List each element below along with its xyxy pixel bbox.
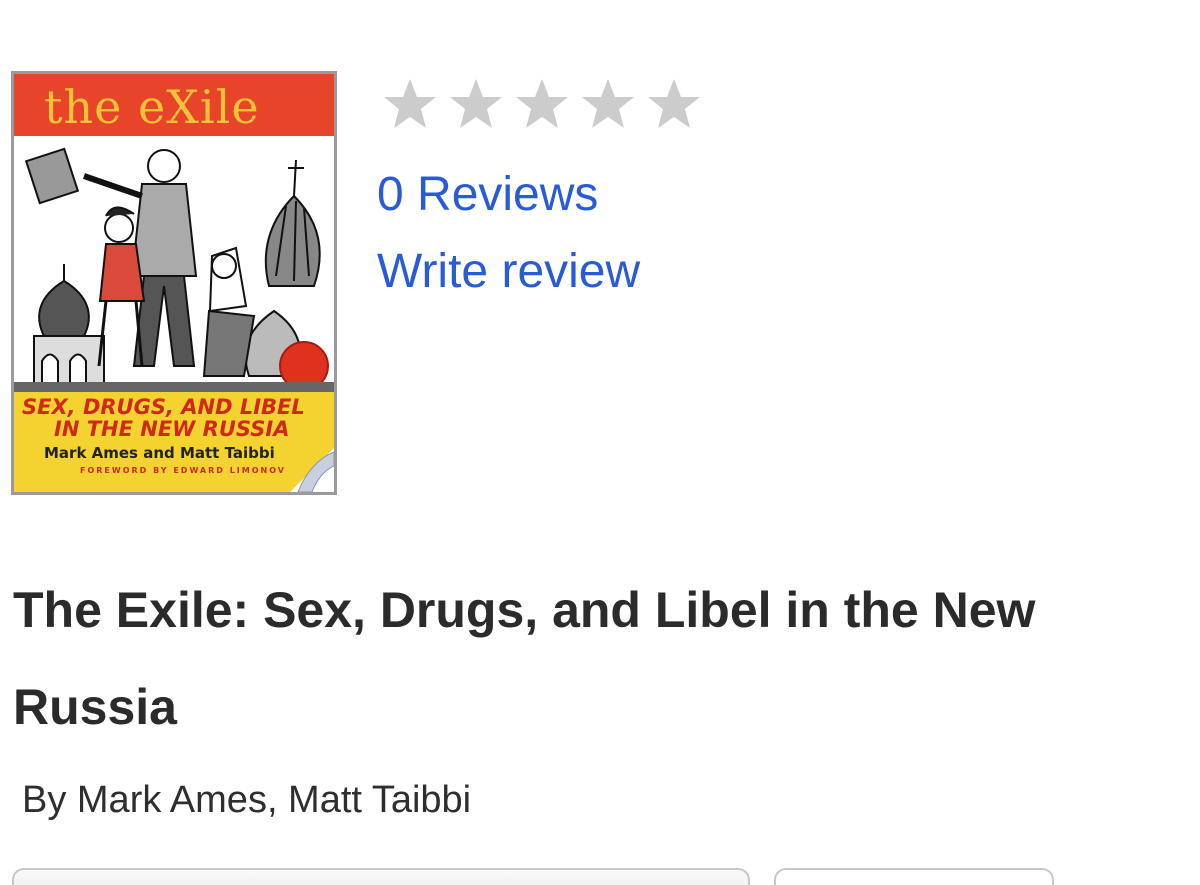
star-rating[interactable] [378, 73, 706, 137]
write-review-link[interactable]: Write review [377, 248, 640, 296]
star-icon[interactable] [444, 73, 508, 137]
cover-subtitle-line-2: IN THE NEW RUSSIA [54, 417, 290, 441]
reviews-link[interactable]: 0 Reviews [377, 171, 598, 219]
primary-action-button[interactable] [12, 868, 750, 885]
book-byline: By Mark Ames, Matt Taibbi [22, 779, 472, 821]
star-icon[interactable] [510, 73, 574, 137]
page-curl-icon [290, 448, 334, 492]
book-cover-image[interactable]: the eXile SEX, DRUGS, AND LIBEL IN THE N… [11, 71, 337, 495]
cover-foreword: FOREWORD BY EDWARD LIMONOV [80, 466, 286, 475]
star-icon[interactable] [378, 73, 442, 137]
book-detail-page: the eXile SEX, DRUGS, AND LIBEL IN THE N… [0, 0, 1200, 885]
book-title: The Exile: Sex, Drugs, and Libel in the … [13, 582, 1036, 735]
secondary-action-button[interactable] [774, 868, 1054, 885]
star-icon[interactable] [642, 73, 706, 137]
cover-logo: the eXile [44, 80, 260, 134]
star-icon[interactable] [576, 73, 640, 137]
cover-subtitle-line-1: SEX, DRUGS, AND LIBEL [22, 395, 305, 419]
cover-illustration [14, 147, 334, 392]
cover-banner: the eXile [14, 74, 334, 136]
cover-authors: Mark Ames and Matt Taibbi [44, 444, 275, 462]
